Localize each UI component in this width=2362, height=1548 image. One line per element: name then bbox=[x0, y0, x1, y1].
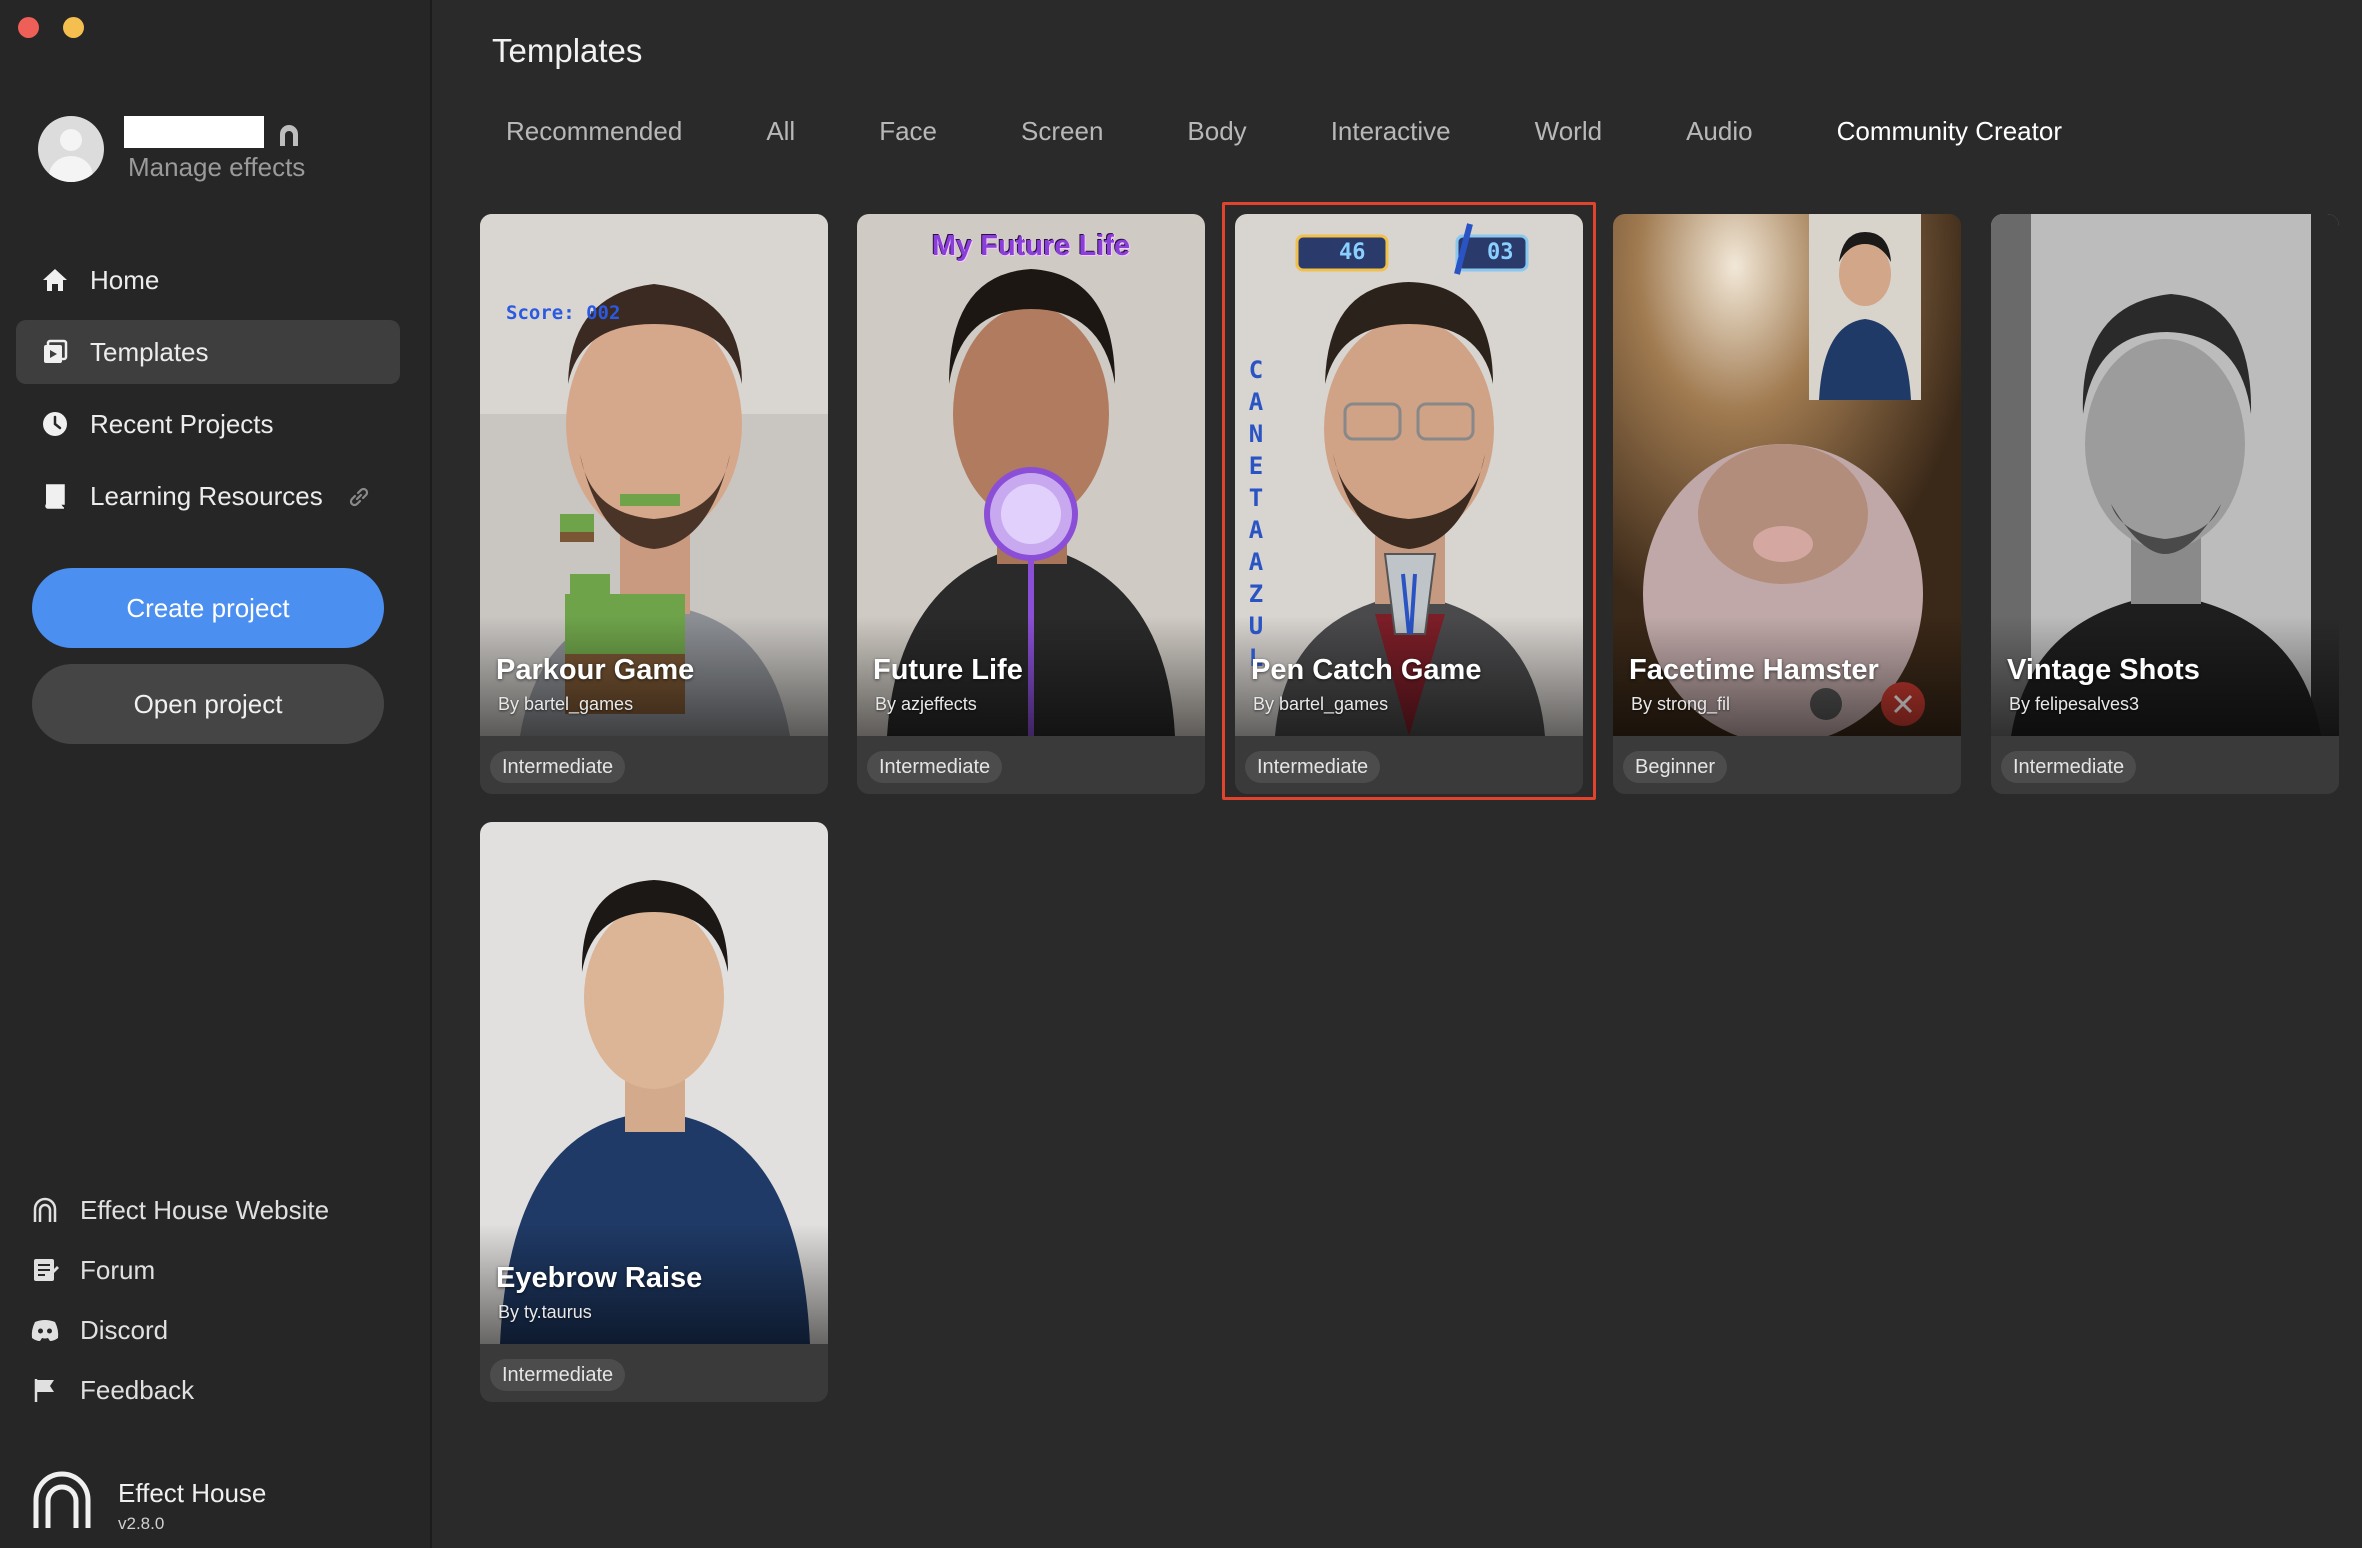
tab-all[interactable]: All bbox=[750, 112, 811, 156]
thumbnail-timer: 46 bbox=[1339, 240, 1366, 265]
difficulty-badge: Intermediate bbox=[490, 1359, 626, 1391]
thumbnail-overlay-text: My Future Life bbox=[931, 230, 1131, 262]
minimize-window-button[interactable] bbox=[63, 17, 84, 38]
book-icon bbox=[40, 481, 70, 511]
home-icon bbox=[40, 265, 70, 295]
sidebar-item-label: Templates bbox=[90, 336, 209, 367]
template-card-future-life[interactable]: My Future Life Future Life By azjeffects… bbox=[857, 214, 1205, 794]
difficulty-badge: Intermediate bbox=[2001, 751, 2137, 783]
effect-house-logo-icon bbox=[33, 1471, 91, 1528]
tab-recommended[interactable]: Recommended bbox=[490, 112, 698, 156]
sidebar-item-home[interactable]: Home bbox=[16, 248, 400, 312]
external-link-icon[interactable] bbox=[346, 484, 372, 510]
discord-link[interactable]: Discord bbox=[30, 1300, 410, 1360]
app-brand: Effect House v2.8.0 bbox=[32, 1470, 392, 1536]
template-category-tabs: Recommended All Face Screen Body Interac… bbox=[490, 112, 2130, 156]
tab-community-creator[interactable]: Community Creator bbox=[1821, 112, 2078, 156]
thumbnail-counter: 03 bbox=[1487, 240, 1514, 265]
effect-house-icon bbox=[30, 1195, 60, 1225]
profile[interactable]: Manage effects bbox=[38, 116, 398, 186]
username-redacted bbox=[124, 116, 264, 148]
open-project-button[interactable]: Open project bbox=[32, 664, 384, 744]
templates-icon bbox=[40, 337, 70, 367]
forum-link[interactable]: Forum bbox=[30, 1240, 410, 1300]
sidebar-item-recent-projects[interactable]: Recent Projects bbox=[16, 392, 400, 456]
template-card-vintage-shots[interactable]: Vintage Shots By felipesalves3 Intermedi… bbox=[1991, 214, 2339, 794]
difficulty-badge: Intermediate bbox=[490, 751, 626, 783]
sidebar-item-learning-resources[interactable]: Learning Resources bbox=[16, 464, 400, 528]
app-version: v2.8.0 bbox=[118, 1514, 165, 1533]
template-card-pen-catch-game[interactable]: 46 03 CANETAAZUL Pen Catch Game By barte… bbox=[1235, 214, 1583, 794]
template-author: By bartel_games bbox=[498, 694, 634, 714]
tab-interactive[interactable]: Interactive bbox=[1315, 112, 1467, 156]
effect-house-badge-icon bbox=[280, 125, 298, 146]
tab-world[interactable]: World bbox=[1519, 112, 1618, 156]
clock-icon bbox=[40, 409, 70, 439]
sidebar-footer-links: Effect House Website Forum Discord Feedb… bbox=[30, 1180, 410, 1420]
app-name: Effect House bbox=[118, 1478, 267, 1508]
tab-audio[interactable]: Audio bbox=[1670, 112, 1769, 156]
sidebar-item-label: Learning Resources bbox=[90, 480, 323, 511]
avatar[interactable] bbox=[38, 116, 104, 182]
tab-screen[interactable]: Screen bbox=[1005, 112, 1119, 156]
discord-icon bbox=[30, 1315, 60, 1345]
flag-icon bbox=[30, 1375, 60, 1405]
template-title: Future Life bbox=[873, 654, 1023, 686]
tab-body[interactable]: Body bbox=[1171, 112, 1262, 156]
template-title: Eyebrow Raise bbox=[496, 1262, 703, 1294]
footer-link-label: Forum bbox=[80, 1254, 156, 1285]
create-project-button[interactable]: Create project bbox=[32, 568, 384, 648]
footer-link-label: Effect House Website bbox=[80, 1194, 330, 1225]
effect-house-website-link[interactable]: Effect House Website bbox=[30, 1180, 410, 1240]
template-title: Parkour Game bbox=[496, 654, 695, 686]
difficulty-badge: Beginner bbox=[1623, 751, 1728, 783]
template-title: Vintage Shots bbox=[2007, 654, 2200, 686]
close-window-button[interactable] bbox=[18, 17, 39, 38]
template-author: By felipesalves3 bbox=[2009, 694, 2140, 714]
window-controls bbox=[18, 17, 84, 38]
forum-icon bbox=[30, 1255, 60, 1285]
manage-effects-link[interactable]: Manage effects bbox=[128, 152, 305, 183]
footer-link-label: Feedback bbox=[80, 1374, 195, 1405]
template-author: By bartel_games bbox=[1253, 694, 1389, 714]
sidebar-item-templates[interactable]: Templates bbox=[16, 320, 400, 384]
sidebar: Manage effects Home Templates Recent Pro… bbox=[0, 0, 432, 1548]
sidebar-item-label: Recent Projects bbox=[90, 408, 274, 439]
page-title: Templates bbox=[492, 32, 643, 69]
footer-link-label: Discord bbox=[80, 1314, 169, 1345]
sidebar-item-label: Home bbox=[90, 264, 160, 295]
template-author: By azjeffects bbox=[875, 694, 977, 714]
template-author: By strong_fil bbox=[1631, 694, 1731, 714]
difficulty-badge: Intermediate bbox=[867, 751, 1003, 783]
template-title: Pen Catch Game bbox=[1251, 654, 1482, 686]
thumbnail-overlay-text: Score: 002 bbox=[506, 302, 621, 324]
template-card-parkour-game[interactable]: Score: 002 Parkour Game By bartel_games … bbox=[480, 214, 828, 794]
tab-face[interactable]: Face bbox=[863, 112, 953, 156]
difficulty-badge: Intermediate bbox=[1245, 751, 1381, 783]
template-author: By ty.taurus bbox=[498, 1302, 592, 1322]
sidebar-nav: Home Templates Recent Projects Learning … bbox=[16, 248, 400, 536]
feedback-link[interactable]: Feedback bbox=[30, 1360, 410, 1420]
template-card-facetime-hamster[interactable]: Facetime Hamster By strong_fil Beginner bbox=[1613, 214, 1961, 794]
thumbnail-vertical-text: CANETAAZUL bbox=[1248, 356, 1264, 672]
template-title: Facetime Hamster bbox=[1629, 654, 1879, 686]
template-card-eyebrow-raise[interactable]: Eyebrow Raise By ty.taurus Intermediate bbox=[480, 822, 828, 1402]
